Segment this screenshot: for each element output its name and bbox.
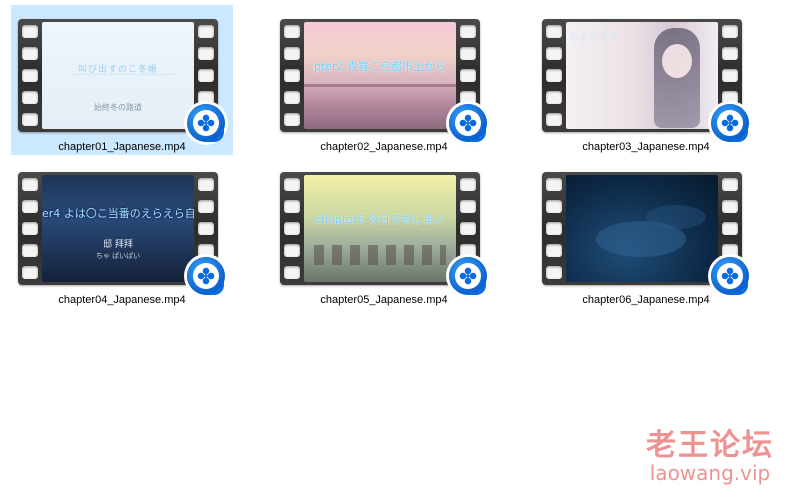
video-thumbnail: 叫び出すのこ冬帳 始終冬の路道 (42, 22, 194, 129)
thumbnail-subtitle: ちょう あす (570, 33, 618, 43)
file-item-chapter02[interactable]: pter2 青春こ空都市上から chapter02_Japanese.mp4 (273, 5, 495, 155)
file-name: chapter04_Japanese.mp4 (58, 294, 186, 306)
video-player-badge-icon (187, 104, 225, 142)
sprocket-holes-left (546, 25, 562, 126)
thumbnail-subtitle: chapter5 今日でおしまい (315, 213, 445, 226)
video-thumbnail: chapter5 今日でおしまい (304, 175, 456, 282)
video-player-badge-icon (449, 104, 487, 142)
sprocket-holes-left (22, 178, 38, 279)
watermark-url: laowang.vip (649, 461, 771, 485)
thumbnail-subtitle: 邸 拜拜 (103, 240, 133, 250)
video-player-badge-icon (711, 257, 749, 295)
file-name: chapter02_Japanese.mp4 (320, 141, 448, 153)
file-name: chapter03_Japanese.mp4 (582, 141, 710, 153)
file-item-chapter05[interactable]: chapter5 今日でおしまい chapter05_Japanese.mp4 (273, 158, 495, 308)
file-name: chapter01_Japanese.mp4 (58, 141, 186, 153)
sprocket-holes-left (284, 178, 300, 279)
watermark-title: 老王论坛 (646, 428, 774, 463)
file-item-chapter04[interactable]: er4 よは〇こ当番のえらえら自宅 邸 拜拜 ちゃ ぱいぱい chapter04… (11, 158, 233, 308)
file-name: chapter06_Japanese.mp4 (582, 294, 710, 306)
file-item-chapter03[interactable]: ちょう あす chapter03_Japanese.mp4 (535, 5, 757, 155)
thumbnail-subtitle: pter2 青春こ空都市上から (313, 60, 447, 73)
video-thumbnail (566, 175, 718, 282)
video-thumbnail: er4 よは〇こ当番のえらえら自宅 邸 拜拜 ちゃ ぱいぱい (42, 175, 194, 282)
sprocket-holes-left (284, 25, 300, 126)
video-thumbnail: pter2 青春こ空都市上から (304, 22, 456, 129)
thumbnail-subtitle: er4 よは〇こ当番のえらえら自宅 (42, 207, 194, 220)
file-name: chapter05_Japanese.mp4 (320, 294, 448, 306)
video-thumbnail: ちょう あす (566, 22, 718, 129)
video-player-badge-icon (711, 104, 749, 142)
video-player-badge-icon (187, 257, 225, 295)
sprocket-holes-left (546, 178, 562, 279)
thumbnail-subtitle: 始終冬の路道 (94, 103, 142, 112)
file-item-chapter01[interactable]: 叫び出すのこ冬帳 始終冬の路道 chapter01_Japanese.mp4 (11, 5, 233, 155)
thumbnail-subtitle: ちゃ ぱいぱい (95, 252, 141, 260)
file-explorer-view: 叫び出すのこ冬帳 始終冬の路道 chapter01_Japanese.mp4 p… (0, 0, 800, 497)
sprocket-holes-left (22, 25, 38, 126)
file-item-chapter06[interactable]: chapter06_Japanese.mp4 (535, 158, 757, 308)
video-player-badge-icon (449, 257, 487, 295)
